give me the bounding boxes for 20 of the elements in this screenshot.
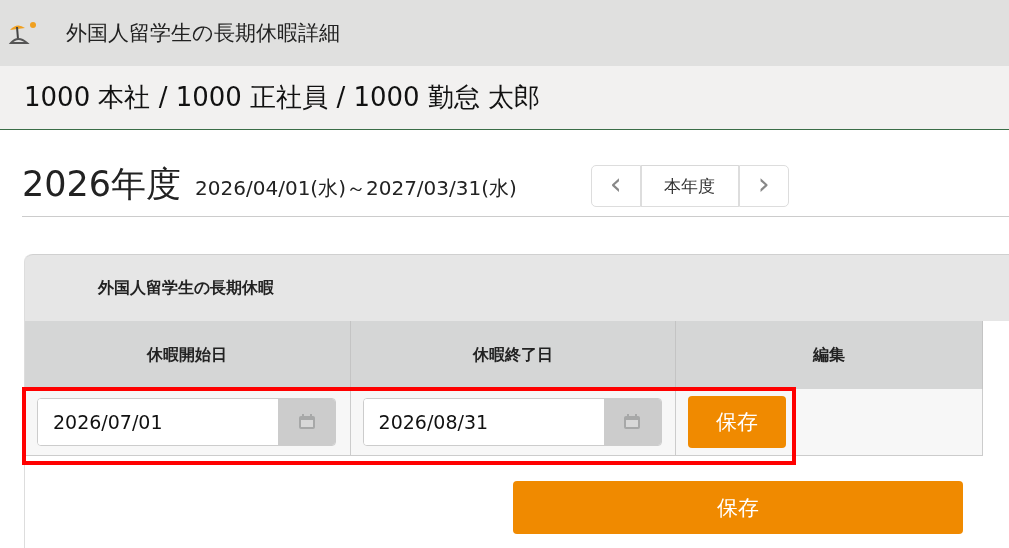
column-header: 休暇開始日	[25, 321, 351, 389]
column-header: 編集	[675, 321, 983, 389]
panel-title: 外国人留学生の長期休暇	[98, 277, 274, 299]
date-field[interactable]: 2026/08/31	[362, 398, 662, 446]
calendar-icon	[623, 414, 642, 430]
save-button[interactable]: 保存	[688, 396, 787, 448]
date-field[interactable]: 2026/07/01	[37, 398, 336, 446]
window-title: 外国人留学生の長期休暇詳細	[66, 20, 340, 47]
save-button[interactable]: 保存	[513, 481, 963, 534]
column-header: 休暇終了日	[350, 321, 676, 389]
breadcrumb: 1000 本社 / 1000 正社員 / 1000 勤怠 太郎	[24, 81, 541, 114]
beach-umbrella-icon	[8, 21, 38, 45]
next-button[interactable]: ›	[738, 165, 789, 207]
previous-button[interactable]: ‹	[590, 165, 641, 207]
calendar-button[interactable]	[278, 399, 335, 445]
calendar-button[interactable]	[603, 399, 661, 445]
current-year-button[interactable]: 本年度	[640, 165, 739, 207]
calendar-icon	[297, 414, 316, 430]
fiscal-year: 2026年度	[22, 162, 182, 206]
date-range: 2026/04/01(水)～2027/03/31(水)	[195, 174, 517, 202]
